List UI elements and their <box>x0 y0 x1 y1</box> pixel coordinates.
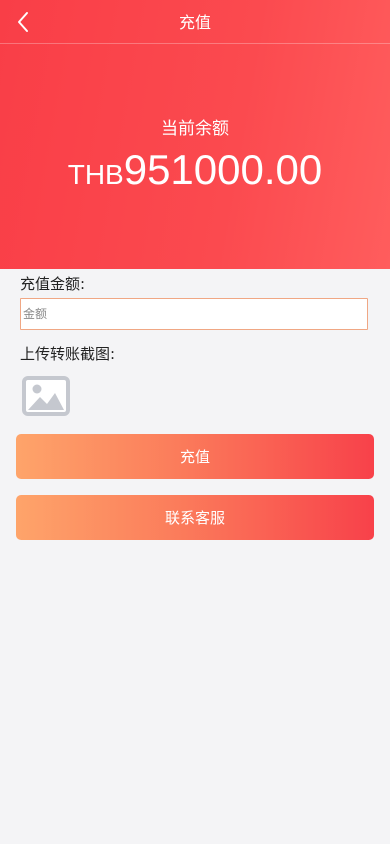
balance-value: 951000.00 <box>123 146 323 193</box>
contact-support-button[interactable]: 联系客服 <box>16 495 374 540</box>
amount-label: 充值金额: <box>20 275 86 293</box>
upload-screenshot-button[interactable] <box>20 373 72 419</box>
amount-input[interactable] <box>20 298 368 330</box>
recharge-button[interactable]: 充值 <box>16 434 374 479</box>
page-title: 充值 <box>178 13 211 32</box>
image-placeholder-icon <box>22 376 70 416</box>
balance-header: 充值 当前余额 THB951000.00 <box>0 0 390 269</box>
nav-bar: 充值 <box>0 0 390 44</box>
balance-currency: THB <box>67 159 124 190</box>
upload-label: 上传转账截图: <box>20 345 116 363</box>
balance-amount: THB951000.00 <box>0 146 390 194</box>
balance-label: 当前余额 <box>161 119 229 139</box>
